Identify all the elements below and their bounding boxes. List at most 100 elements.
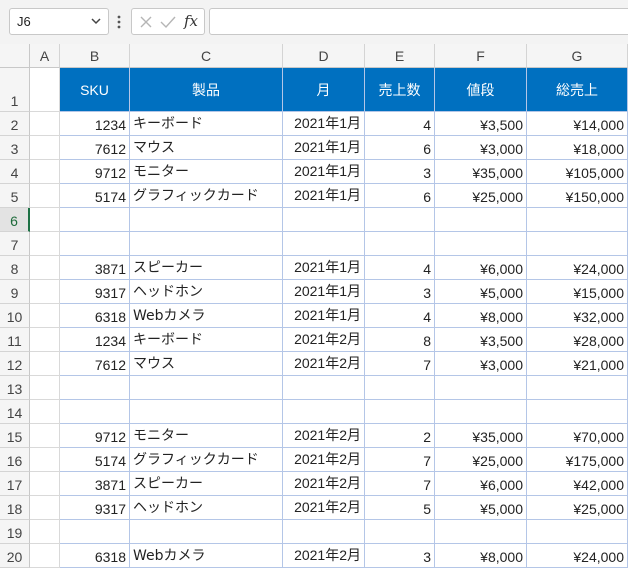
cell-g14[interactable]: [527, 400, 628, 424]
cell-a17[interactable]: [30, 472, 60, 496]
cell-f2[interactable]: ¥3,500: [435, 112, 527, 136]
cell-e19[interactable]: [365, 520, 435, 544]
cell-e4[interactable]: 3: [365, 160, 435, 184]
cell-e13[interactable]: [365, 376, 435, 400]
row-header-4[interactable]: 4: [0, 160, 30, 184]
table-header-f[interactable]: 値段: [435, 68, 527, 112]
cell-d13[interactable]: [283, 376, 365, 400]
cell-b11[interactable]: 1234: [60, 328, 130, 352]
cell-b16[interactable]: 5174: [60, 448, 130, 472]
cell-b3[interactable]: 7612: [60, 136, 130, 160]
cell-a20[interactable]: [30, 544, 60, 568]
cell-b19[interactable]: [60, 520, 130, 544]
cell-a4[interactable]: [30, 160, 60, 184]
cell-f16[interactable]: ¥25,000: [435, 448, 527, 472]
row-header-10[interactable]: 10: [0, 304, 30, 328]
row-header-14[interactable]: 14: [0, 400, 30, 424]
cell-e15[interactable]: 2: [365, 424, 435, 448]
table-header-d[interactable]: 月: [283, 68, 365, 112]
cell-a8[interactable]: [30, 256, 60, 280]
cell-f15[interactable]: ¥35,000: [435, 424, 527, 448]
cell-g16[interactable]: ¥175,000: [527, 448, 628, 472]
cell-a7[interactable]: [30, 232, 60, 256]
cell-f5[interactable]: ¥25,000: [435, 184, 527, 208]
cell-b13[interactable]: [60, 376, 130, 400]
chevron-down-icon[interactable]: [89, 14, 103, 28]
cell-f3[interactable]: ¥3,000: [435, 136, 527, 160]
row-header-3[interactable]: 3: [0, 136, 30, 160]
cell-b2[interactable]: 1234: [60, 112, 130, 136]
cell-a18[interactable]: [30, 496, 60, 520]
cell-g3[interactable]: ¥18,000: [527, 136, 628, 160]
cell-a2[interactable]: [30, 112, 60, 136]
cell-c2[interactable]: キーボード: [130, 112, 283, 136]
cell-d15[interactable]: 2021年2月: [283, 424, 365, 448]
cell-f14[interactable]: [435, 400, 527, 424]
cell-g11[interactable]: ¥28,000: [527, 328, 628, 352]
confirm-check-icon[interactable]: [160, 15, 176, 29]
cell-f12[interactable]: ¥3,000: [435, 352, 527, 376]
cell-a1[interactable]: [30, 68, 60, 112]
cell-f7[interactable]: [435, 232, 527, 256]
row-header-13[interactable]: 13: [0, 376, 30, 400]
cell-e2[interactable]: 4: [365, 112, 435, 136]
cell-f10[interactable]: ¥8,000: [435, 304, 527, 328]
cell-f9[interactable]: ¥5,000: [435, 280, 527, 304]
cell-f4[interactable]: ¥35,000: [435, 160, 527, 184]
row-header-11[interactable]: 11: [0, 328, 30, 352]
cell-a13[interactable]: [30, 376, 60, 400]
cell-e12[interactable]: 7: [365, 352, 435, 376]
cell-a14[interactable]: [30, 400, 60, 424]
cell-d11[interactable]: 2021年2月: [283, 328, 365, 352]
cell-d9[interactable]: 2021年1月: [283, 280, 365, 304]
cell-d20[interactable]: 2021年2月: [283, 544, 365, 568]
cell-d14[interactable]: [283, 400, 365, 424]
cell-c7[interactable]: [130, 232, 283, 256]
cell-a12[interactable]: [30, 352, 60, 376]
cell-a9[interactable]: [30, 280, 60, 304]
cell-c18[interactable]: ヘッドホン: [130, 496, 283, 520]
cell-d6[interactable]: [283, 208, 365, 232]
cell-g13[interactable]: [527, 376, 628, 400]
cell-b20[interactable]: 6318: [60, 544, 130, 568]
cell-d12[interactable]: 2021年2月: [283, 352, 365, 376]
cancel-icon[interactable]: [139, 15, 153, 29]
column-header-f[interactable]: F: [435, 44, 527, 68]
cell-g4[interactable]: ¥105,000: [527, 160, 628, 184]
column-header-d[interactable]: D: [283, 44, 365, 68]
cell-c20[interactable]: Webカメラ: [130, 544, 283, 568]
cell-a3[interactable]: [30, 136, 60, 160]
cell-g18[interactable]: ¥25,000: [527, 496, 628, 520]
cell-d4[interactable]: 2021年1月: [283, 160, 365, 184]
cell-b4[interactable]: 9712: [60, 160, 130, 184]
cell-c13[interactable]: [130, 376, 283, 400]
cell-g6[interactable]: [527, 208, 628, 232]
row-header-5[interactable]: 5: [0, 184, 30, 208]
row-header-18[interactable]: 18: [0, 496, 30, 520]
cell-d3[interactable]: 2021年1月: [283, 136, 365, 160]
row-header-17[interactable]: 17: [0, 472, 30, 496]
cell-f18[interactable]: ¥5,000: [435, 496, 527, 520]
cell-b8[interactable]: 3871: [60, 256, 130, 280]
cell-g10[interactable]: ¥32,000: [527, 304, 628, 328]
cell-a6[interactable]: [30, 208, 60, 232]
cell-e20[interactable]: 3: [365, 544, 435, 568]
cell-g12[interactable]: ¥21,000: [527, 352, 628, 376]
cell-a11[interactable]: [30, 328, 60, 352]
cell-d19[interactable]: [283, 520, 365, 544]
select-all-corner[interactable]: [0, 44, 30, 68]
insert-function-button[interactable]: fx: [184, 12, 198, 30]
cell-d16[interactable]: 2021年2月: [283, 448, 365, 472]
cell-c5[interactable]: グラフィックカード: [130, 184, 283, 208]
row-header-20[interactable]: 20: [0, 544, 30, 568]
cell-e17[interactable]: 7: [365, 472, 435, 496]
column-header-e[interactable]: E: [365, 44, 435, 68]
cell-e16[interactable]: 7: [365, 448, 435, 472]
row-header-12[interactable]: 12: [0, 352, 30, 376]
cell-b12[interactable]: 7612: [60, 352, 130, 376]
table-header-g[interactable]: 総売上: [527, 68, 628, 112]
table-header-c[interactable]: 製品: [130, 68, 283, 112]
cell-f20[interactable]: ¥8,000: [435, 544, 527, 568]
cell-a15[interactable]: [30, 424, 60, 448]
cell-g17[interactable]: ¥42,000: [527, 472, 628, 496]
